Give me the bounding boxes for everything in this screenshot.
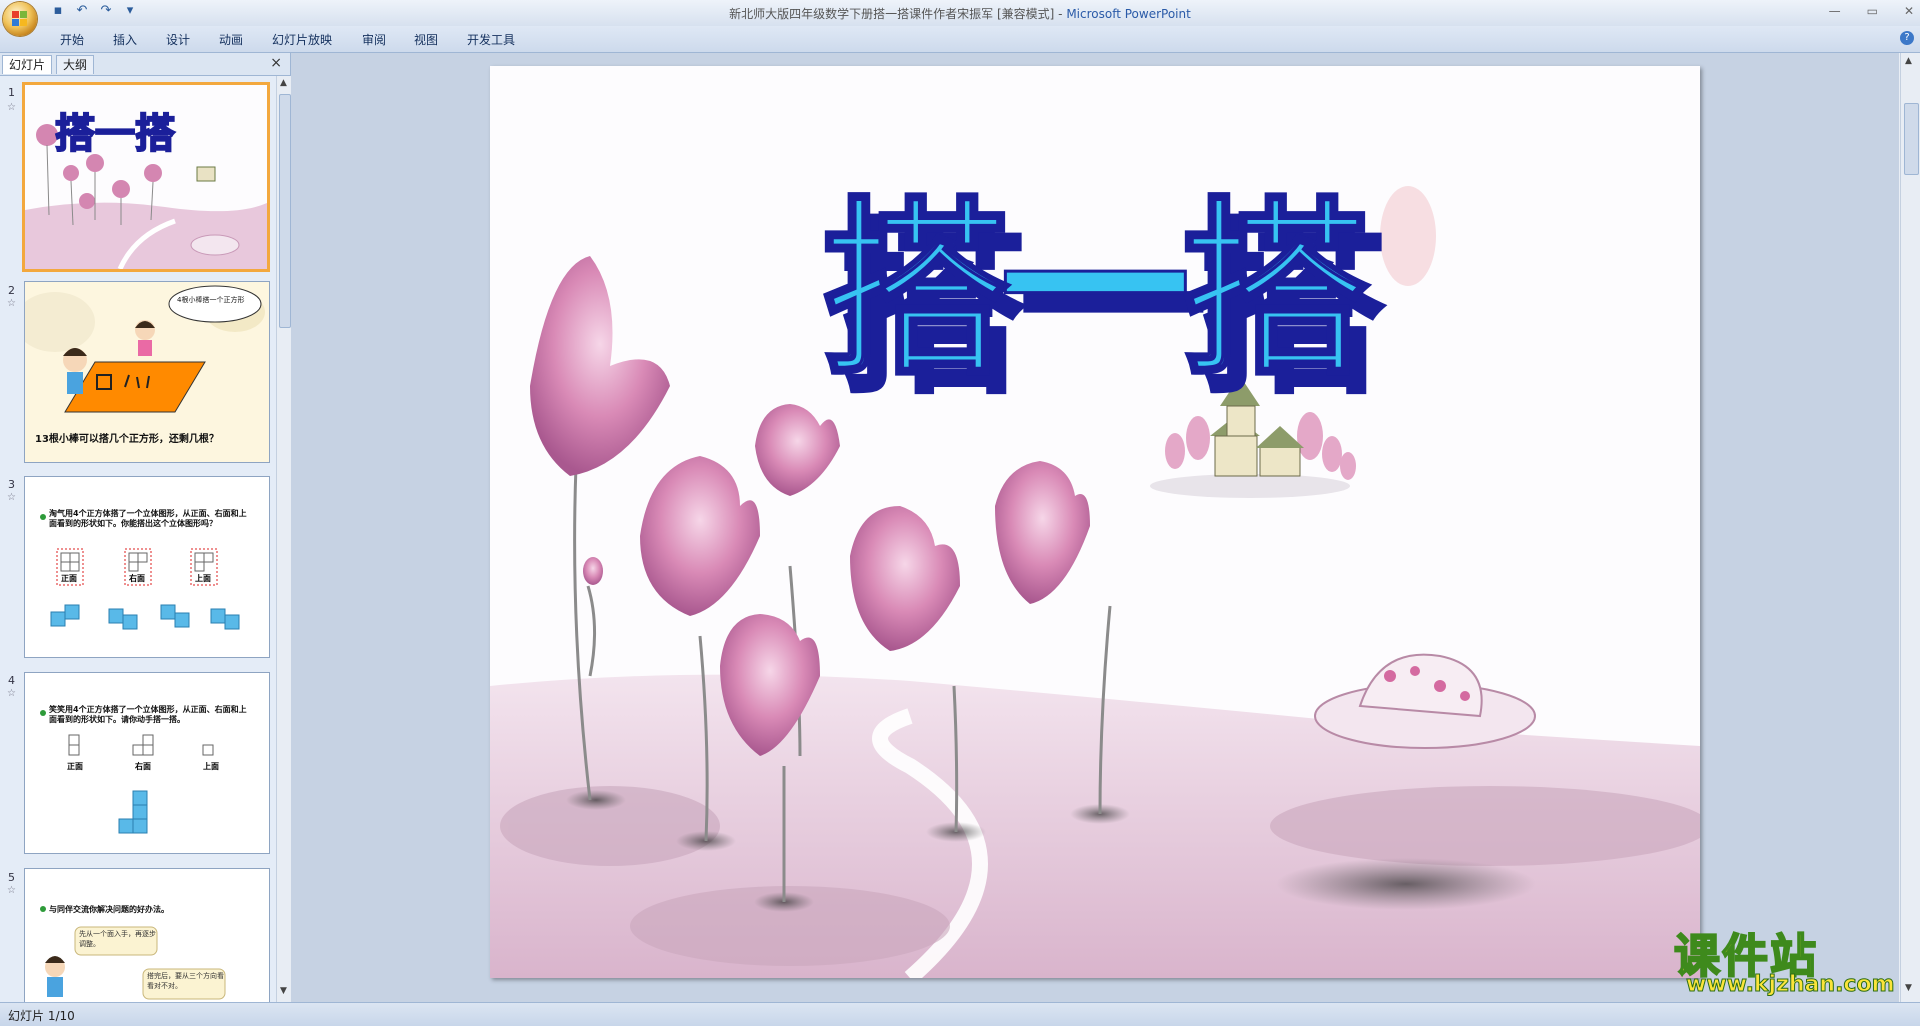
dandelion-tree <box>1380 186 1436 286</box>
tab-slideshow[interactable]: 幻灯片放映 <box>272 31 332 48</box>
tab-review[interactable]: 审阅 <box>362 31 386 48</box>
scroll-down-icon[interactable]: ▼ <box>280 986 287 996</box>
thumbnail-bubble-2: 搭完后，要从三个方向看看对不对。 <box>147 972 224 990</box>
view-label-right: 右面 <box>134 761 151 771</box>
maximize-icon[interactable]: ▭ <box>1867 4 1878 18</box>
thumbnail-3-art: 淘气用4个正方体搭了一个立体图形，从正面、右面和上面看到的形状如下。你能搭出这个… <box>25 477 269 657</box>
view-label-right: 右面 <box>128 573 145 583</box>
slides-pane: 幻灯片 大纲 × 1 ☆ 搭一搭 2 ☆ 4根小棒搭一个正方形 13根小棒可以搭… <box>0 53 291 1002</box>
watermark-url: www.kjzhan.com <box>1686 972 1896 998</box>
slide-title: 搭一搭 <box>820 180 1370 401</box>
slide-artwork: 搭一搭 搭一搭 <box>490 66 1700 978</box>
watermark: 课件站 www.kjzhan.com <box>1668 920 1908 1002</box>
title-bar: ▪ ↶ ↷ ▾ 新北师大版四年级数学下册搭一搭课件作者宋振军 [兼容模式] - … <box>0 0 1920 26</box>
thumbnail-slide-5[interactable]: 与同伴交流你解决问题的好办法。 先从一个面入手，再逐步调整。 搭完后，要从三个方… <box>24 868 270 1002</box>
close-icon[interactable]: ✕ <box>1904 4 1914 18</box>
status-bar: 幻灯片 1/10 <box>0 1002 1920 1026</box>
help-icon[interactable]: ? <box>1900 31 1914 45</box>
scrollbar-thumb[interactable] <box>1904 103 1919 175</box>
scroll-up-icon[interactable]: ▲ <box>280 78 287 88</box>
pane-tabs: 幻灯片 大纲 × <box>0 53 290 76</box>
thumbnail-caption: 13根小棒可以搭几个正方形，还剩几根？ <box>35 432 219 445</box>
window-controls: — ▭ ✕ <box>1829 4 1914 18</box>
thumbnail-number: 5 <box>8 871 15 884</box>
view-label-top: 上面 <box>203 761 219 771</box>
thumbnail-1-art: 搭一搭 <box>25 85 267 269</box>
thumbnail-text: 与同伴交流你解决问题的好办法。 <box>49 904 169 914</box>
minimize-icon[interactable]: — <box>1829 4 1841 18</box>
animation-star-icon: ☆ <box>7 102 16 113</box>
scrollbar-thumb[interactable] <box>279 94 291 328</box>
slide-counter: 幻灯片 1/10 <box>8 1009 75 1023</box>
animation-star-icon: ☆ <box>7 688 16 699</box>
thumbnail-number: 3 <box>8 478 15 491</box>
document-title: 新北师大版四年级数学下册搭一搭课件作者宋振军 [兼容模式] <box>729 7 1055 21</box>
slide-title-wordart: 搭一搭 搭一搭 <box>818 179 1398 422</box>
pane-close-icon[interactable]: × <box>270 55 282 71</box>
animation-star-icon: ☆ <box>7 298 16 309</box>
scroll-up-icon[interactable]: ▲ <box>1905 56 1912 66</box>
tab-animations[interactable]: 动画 <box>219 31 243 48</box>
tab-home[interactable]: 开始 <box>60 31 84 48</box>
editor-scrollbar[interactable]: ▲ ▼ <box>1900 53 1920 1002</box>
ribbon-tabs: 开始 插入 设计 动画 幻灯片放映 审阅 视图 开发工具 ? <box>0 26 1920 53</box>
thumbnail-slide-4[interactable]: 笑笑用4个正方体搭了一个立体图形，从正面、右面和上面看到的形状如下。请你动手搭一… <box>24 672 270 854</box>
tab-developer[interactable]: 开发工具 <box>467 31 515 48</box>
tab-outline[interactable]: 大纲 <box>56 55 95 74</box>
thumbnail-list: 1 ☆ 搭一搭 2 ☆ 4根小棒搭一个正方形 13根小棒可以搭几个正方形，还剩几… <box>0 76 274 1002</box>
thumbnail-slide-3[interactable]: 淘气用4个正方体搭了一个立体图形，从正面、右面和上面看到的形状如下。你能搭出这个… <box>24 476 270 658</box>
thumbnail-slide-1[interactable]: 搭一搭 <box>22 82 270 272</box>
thumbnail-number: 1 <box>8 86 15 99</box>
office-logo-icon <box>12 11 28 27</box>
slide-editor: 搭一搭 搭一搭 <box>291 53 1899 1002</box>
animation-star-icon: ☆ <box>7 492 16 503</box>
thumbnail-bubble-1: 先从一个面入手，再逐步调整。 <box>79 930 156 948</box>
thumbnail-2-art: 4根小棒搭一个正方形 13根小棒可以搭几个正方形，还剩几根？ <box>25 282 269 462</box>
thumbnail-bubble: 4根小棒搭一个正方形 <box>177 295 244 304</box>
tab-design[interactable]: 设计 <box>166 31 190 48</box>
thumbnail-text: 笑笑用4个正方体搭了一个立体图形，从正面、右面和上面看到的形状如下。请你动手搭一… <box>49 705 247 724</box>
app-name: Microsoft PowerPoint <box>1066 7 1191 21</box>
current-slide[interactable]: 搭一搭 搭一搭 <box>490 66 1700 978</box>
tab-view[interactable]: 视图 <box>414 31 438 48</box>
thumbnails-scrollbar[interactable]: ▲ ▼ <box>276 76 291 1002</box>
thumbnail-5-art: 与同伴交流你解决问题的好办法。 先从一个面入手，再逐步调整。 搭完后，要从三个方… <box>25 869 269 1002</box>
view-label-top: 上面 <box>195 573 211 583</box>
view-label-front: 正面 <box>61 574 77 583</box>
office-button[interactable] <box>3 2 37 36</box>
thumbnail-title: 搭一搭 <box>55 111 175 157</box>
thumbnail-number: 2 <box>8 284 15 297</box>
view-label-front: 正面 <box>67 762 83 771</box>
tab-insert[interactable]: 插入 <box>113 31 137 48</box>
window-title: 新北师大版四年级数学下册搭一搭课件作者宋振军 [兼容模式] - Microsof… <box>729 7 1191 21</box>
thumbnail-number: 4 <box>8 674 15 687</box>
tab-slides[interactable]: 幻灯片 <box>2 55 53 74</box>
animation-star-icon: ☆ <box>7 885 16 896</box>
thumbnail-4-art: 笑笑用4个正方体搭了一个立体图形，从正面、右面和上面看到的形状如下。请你动手搭一… <box>25 673 269 853</box>
thumbnail-slide-2[interactable]: 4根小棒搭一个正方形 13根小棒可以搭几个正方形，还剩几根？ <box>24 281 270 463</box>
thumbnail-text: 淘气用4个正方体搭了一个立体图形，从正面、右面和上面看到的形状如下。你能搭出这个… <box>49 509 247 528</box>
